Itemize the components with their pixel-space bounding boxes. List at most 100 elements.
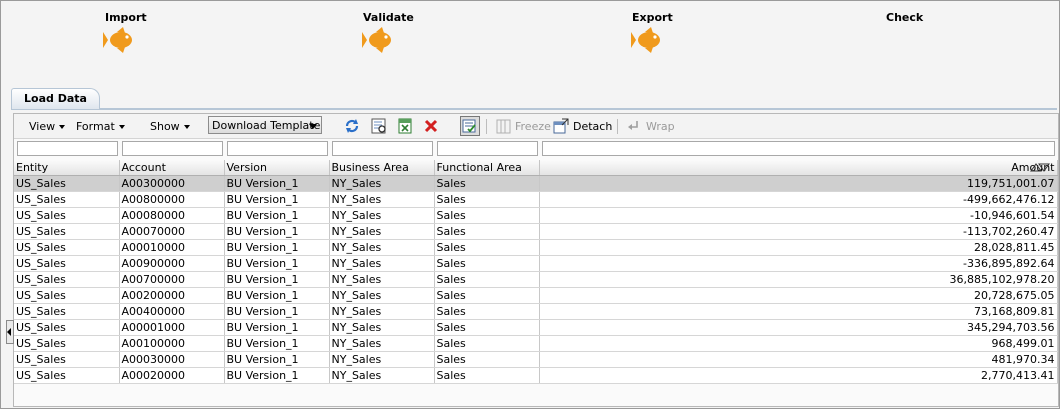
cell-account[interactable]: A00070000 [119, 223, 225, 240]
cell-functional-area[interactable]: Sales [434, 303, 540, 320]
table-row[interactable]: US_Sales A00001000 BU Version_1 NY_Sales Sal… [14, 319, 1058, 336]
cell-functional-area[interactable]: Sales [434, 351, 540, 368]
step-check-label[interactable]: Check [886, 11, 923, 24]
table-row[interactable]: US_Sales A00300000 BU Version_1 NY_Sales Sal… [14, 175, 1058, 192]
cell-entity[interactable]: US_Sales [14, 287, 120, 304]
format-menu[interactable]: Format [76, 120, 125, 133]
cell-business-area[interactable]: NY_Sales [329, 255, 435, 272]
cell-entity[interactable]: US_Sales [14, 271, 120, 288]
cell-business-area[interactable]: NY_Sales [329, 207, 435, 224]
table-row[interactable]: US_Sales A00030000 BU Version_1 NY_Sales Sal… [14, 351, 1058, 368]
table-row[interactable]: US_Sales A00020000 BU Version_1 NY_Sales Sal… [14, 367, 1058, 384]
cell-account[interactable]: A00200000 [119, 287, 225, 304]
functional-area-filter-input[interactable] [437, 141, 538, 156]
cell-entity[interactable]: US_Sales [14, 175, 120, 192]
table-row[interactable]: US_Sales A00700000 BU Version_1 NY_Sales Sal… [14, 271, 1058, 288]
step-export-label[interactable]: Export [632, 11, 673, 24]
cell-amount[interactable]: 481,970.34 [539, 351, 1058, 368]
cell-functional-area[interactable]: Sales [434, 287, 540, 304]
cell-account[interactable]: A00800000 [119, 191, 225, 208]
cell-amount[interactable]: 968,499.01 [539, 335, 1058, 352]
cell-version[interactable]: BU Version_1 [224, 191, 330, 208]
freeze-button[interactable]: Freeze [515, 120, 551, 133]
cell-amount[interactable]: -113,702,260.47 [539, 223, 1058, 240]
business-area-filter-input[interactable] [332, 141, 433, 156]
step-import-label[interactable]: Import [105, 11, 147, 24]
cell-business-area[interactable]: NY_Sales [329, 223, 435, 240]
cell-amount[interactable]: 36,885,102,978.20 [539, 271, 1058, 288]
cell-business-area[interactable]: NY_Sales [329, 175, 435, 192]
cell-version[interactable]: BU Version_1 [224, 303, 330, 320]
cell-functional-area[interactable]: Sales [434, 207, 540, 224]
cell-amount[interactable]: -10,946,601.54 [539, 207, 1058, 224]
column-header-functional-area[interactable]: Functional Area [434, 160, 540, 176]
wrap-button[interactable]: Wrap [646, 120, 675, 133]
cell-business-area[interactable]: NY_Sales [329, 351, 435, 368]
cell-business-area[interactable]: NY_Sales [329, 303, 435, 320]
cell-account[interactable]: A00900000 [119, 255, 225, 272]
cell-functional-area[interactable]: Sales [434, 367, 540, 384]
cell-business-area[interactable]: NY_Sales [329, 271, 435, 288]
cell-account[interactable]: A00700000 [119, 271, 225, 288]
cell-entity[interactable]: US_Sales [14, 319, 120, 336]
cell-functional-area[interactable]: Sales [434, 255, 540, 272]
cell-amount[interactable]: -336,895,892.64 [539, 255, 1058, 272]
cell-amount[interactable]: 345,294,703.56 [539, 319, 1058, 336]
column-header-entity[interactable]: Entity [14, 160, 120, 176]
preview-icon[interactable] [370, 117, 388, 135]
table-row[interactable]: US_Sales A00100000 BU Version_1 NY_Sales Sal… [14, 335, 1058, 352]
cell-version[interactable]: BU Version_1 [224, 255, 330, 272]
column-header-account[interactable]: Account [119, 160, 225, 176]
cell-version[interactable]: BU Version_1 [224, 223, 330, 240]
account-filter-input[interactable] [122, 141, 223, 156]
column-header-business-area[interactable]: Business Area [329, 160, 435, 176]
cell-version[interactable]: BU Version_1 [224, 367, 330, 384]
column-header-amount[interactable]: Amount [539, 160, 1058, 176]
entity-filter-input[interactable] [17, 141, 118, 156]
table-row[interactable]: US_Sales A00080000 BU Version_1 NY_Sales Sal… [14, 207, 1058, 224]
fish-icon[interactable] [631, 26, 665, 54]
version-filter-input[interactable] [227, 141, 328, 156]
show-menu[interactable]: Show [150, 120, 190, 133]
step-validate-label[interactable]: Validate [363, 11, 414, 24]
cell-version[interactable]: BU Version_1 [224, 319, 330, 336]
cell-amount[interactable]: 20,728,675.05 [539, 287, 1058, 304]
cell-functional-area[interactable]: Sales [434, 319, 540, 336]
cell-business-area[interactable]: NY_Sales [329, 319, 435, 336]
cell-amount[interactable]: 119,751,001.07 [539, 175, 1058, 192]
cell-version[interactable]: BU Version_1 [224, 287, 330, 304]
cell-account[interactable]: A00300000 [119, 175, 225, 192]
cell-functional-area[interactable]: Sales [434, 223, 540, 240]
cell-entity[interactable]: US_Sales [14, 335, 120, 352]
table-row[interactable]: US_Sales A00900000 BU Version_1 NY_Sales Sal… [14, 255, 1058, 272]
cell-business-area[interactable]: NY_Sales [329, 367, 435, 384]
cell-entity[interactable]: US_Sales [14, 303, 120, 320]
table-row[interactable]: US_Sales A00200000 BU Version_1 NY_Sales Sal… [14, 287, 1058, 304]
cell-account[interactable]: A00010000 [119, 239, 225, 256]
table-row[interactable]: US_Sales A00800000 BU Version_1 NY_Sales Sal… [14, 191, 1058, 208]
cell-account[interactable]: A00030000 [119, 351, 225, 368]
view-menu[interactable]: View [29, 120, 66, 133]
cell-amount[interactable]: 73,168,809.81 [539, 303, 1058, 320]
fish-icon[interactable] [103, 26, 137, 54]
cell-entity[interactable]: US_Sales [14, 223, 120, 240]
cell-functional-area[interactable]: Sales [434, 191, 540, 208]
cell-version[interactable]: BU Version_1 [224, 271, 330, 288]
cell-version[interactable]: BU Version_1 [224, 239, 330, 256]
delete-icon[interactable] [422, 117, 440, 135]
cell-account[interactable]: A00080000 [119, 207, 225, 224]
refresh-icon[interactable] [343, 117, 361, 135]
excel-export-icon[interactable] [396, 117, 414, 135]
table-row[interactable]: US_Sales A00400000 BU Version_1 NY_Sales Sal… [14, 303, 1058, 320]
cell-amount[interactable]: 28,028,811.45 [539, 239, 1058, 256]
cell-entity[interactable]: US_Sales [14, 255, 120, 272]
query-filter-icon[interactable] [460, 116, 480, 136]
cell-version[interactable]: BU Version_1 [224, 335, 330, 352]
cell-business-area[interactable]: NY_Sales [329, 287, 435, 304]
cell-entity[interactable]: US_Sales [14, 239, 120, 256]
cell-entity[interactable]: US_Sales [14, 351, 120, 368]
cell-account[interactable]: A00001000 [119, 319, 225, 336]
cell-functional-area[interactable]: Sales [434, 271, 540, 288]
cell-version[interactable]: BU Version_1 [224, 175, 330, 192]
cell-business-area[interactable]: NY_Sales [329, 335, 435, 352]
